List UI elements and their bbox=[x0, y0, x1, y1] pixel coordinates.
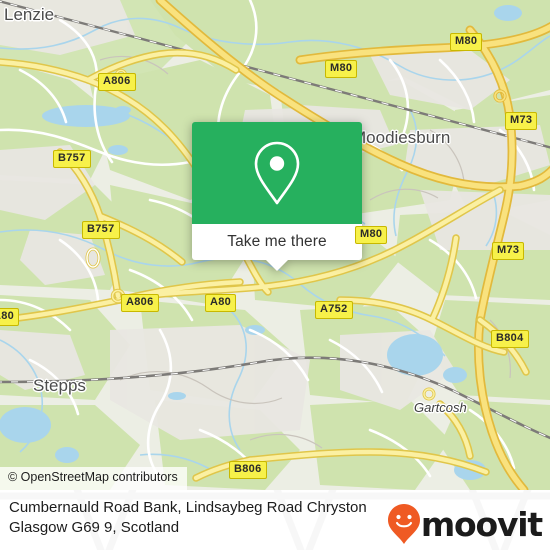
footer-bar: Cumbernauld Road Bank, Lindsaybeg Road C… bbox=[0, 490, 550, 550]
road-shield-a80: A80 bbox=[205, 294, 237, 312]
map-label-lenzie: Lenzie bbox=[4, 5, 55, 24]
map-canvas[interactable]: Lenzie Moodiesburn Stepps Gartcosh M80 M… bbox=[0, 0, 550, 490]
road-shield-a806-sw: A806 bbox=[121, 294, 159, 312]
road-shield-b757-nw: B757 bbox=[53, 150, 91, 168]
popup-pointer-tail bbox=[266, 260, 288, 271]
map-pin-icon bbox=[254, 141, 300, 205]
address-block: Cumbernauld Road Bank, Lindsaybeg Road C… bbox=[9, 498, 409, 538]
road-shield-a80-clipped: A80 bbox=[0, 308, 20, 326]
moovit-map-screenshot: Lenzie Moodiesburn Stepps Gartcosh M80 M… bbox=[0, 0, 550, 550]
road-shield-b806: B806 bbox=[229, 461, 267, 479]
road-shield-m80-n: M80 bbox=[325, 60, 358, 78]
road-shield-a806-nw: A806 bbox=[98, 73, 136, 91]
moovit-wordmark: moovit bbox=[420, 504, 543, 544]
road-shield-m80-clipped: M80 bbox=[355, 226, 388, 244]
address-line-1: Cumbernauld Road Bank, Lindsaybeg Road C… bbox=[9, 499, 367, 516]
moovit-pin-smiley-icon bbox=[387, 504, 420, 544]
take-me-there-label: Take me there bbox=[227, 233, 327, 250]
popup-action-bar[interactable]: Take me there bbox=[192, 224, 362, 271]
map-label-stepps: Stepps bbox=[33, 376, 86, 395]
map-label-moodiesburn: Moodiesburn bbox=[352, 128, 451, 147]
location-popup[interactable]: Take me there bbox=[192, 122, 362, 271]
road-shield-m80-ne: M80 bbox=[450, 33, 483, 51]
road-shield-m73-e: M73 bbox=[492, 242, 525, 260]
road-shield-b757-w: B757 bbox=[82, 221, 120, 239]
road-shield-b804: B804 bbox=[491, 330, 529, 348]
address-line-2: Glasgow G69 9, Scotland bbox=[9, 519, 180, 536]
osm-attribution[interactable]: © OpenStreetMap contributors bbox=[0, 467, 187, 490]
moovit-brand[interactable]: moovit bbox=[387, 503, 543, 545]
road-shield-a752: A752 bbox=[315, 301, 353, 319]
popup-image-panel bbox=[192, 122, 362, 224]
road-shield-m73-ne: M73 bbox=[505, 112, 538, 130]
map-label-gartcosh: Gartcosh bbox=[414, 400, 467, 415]
